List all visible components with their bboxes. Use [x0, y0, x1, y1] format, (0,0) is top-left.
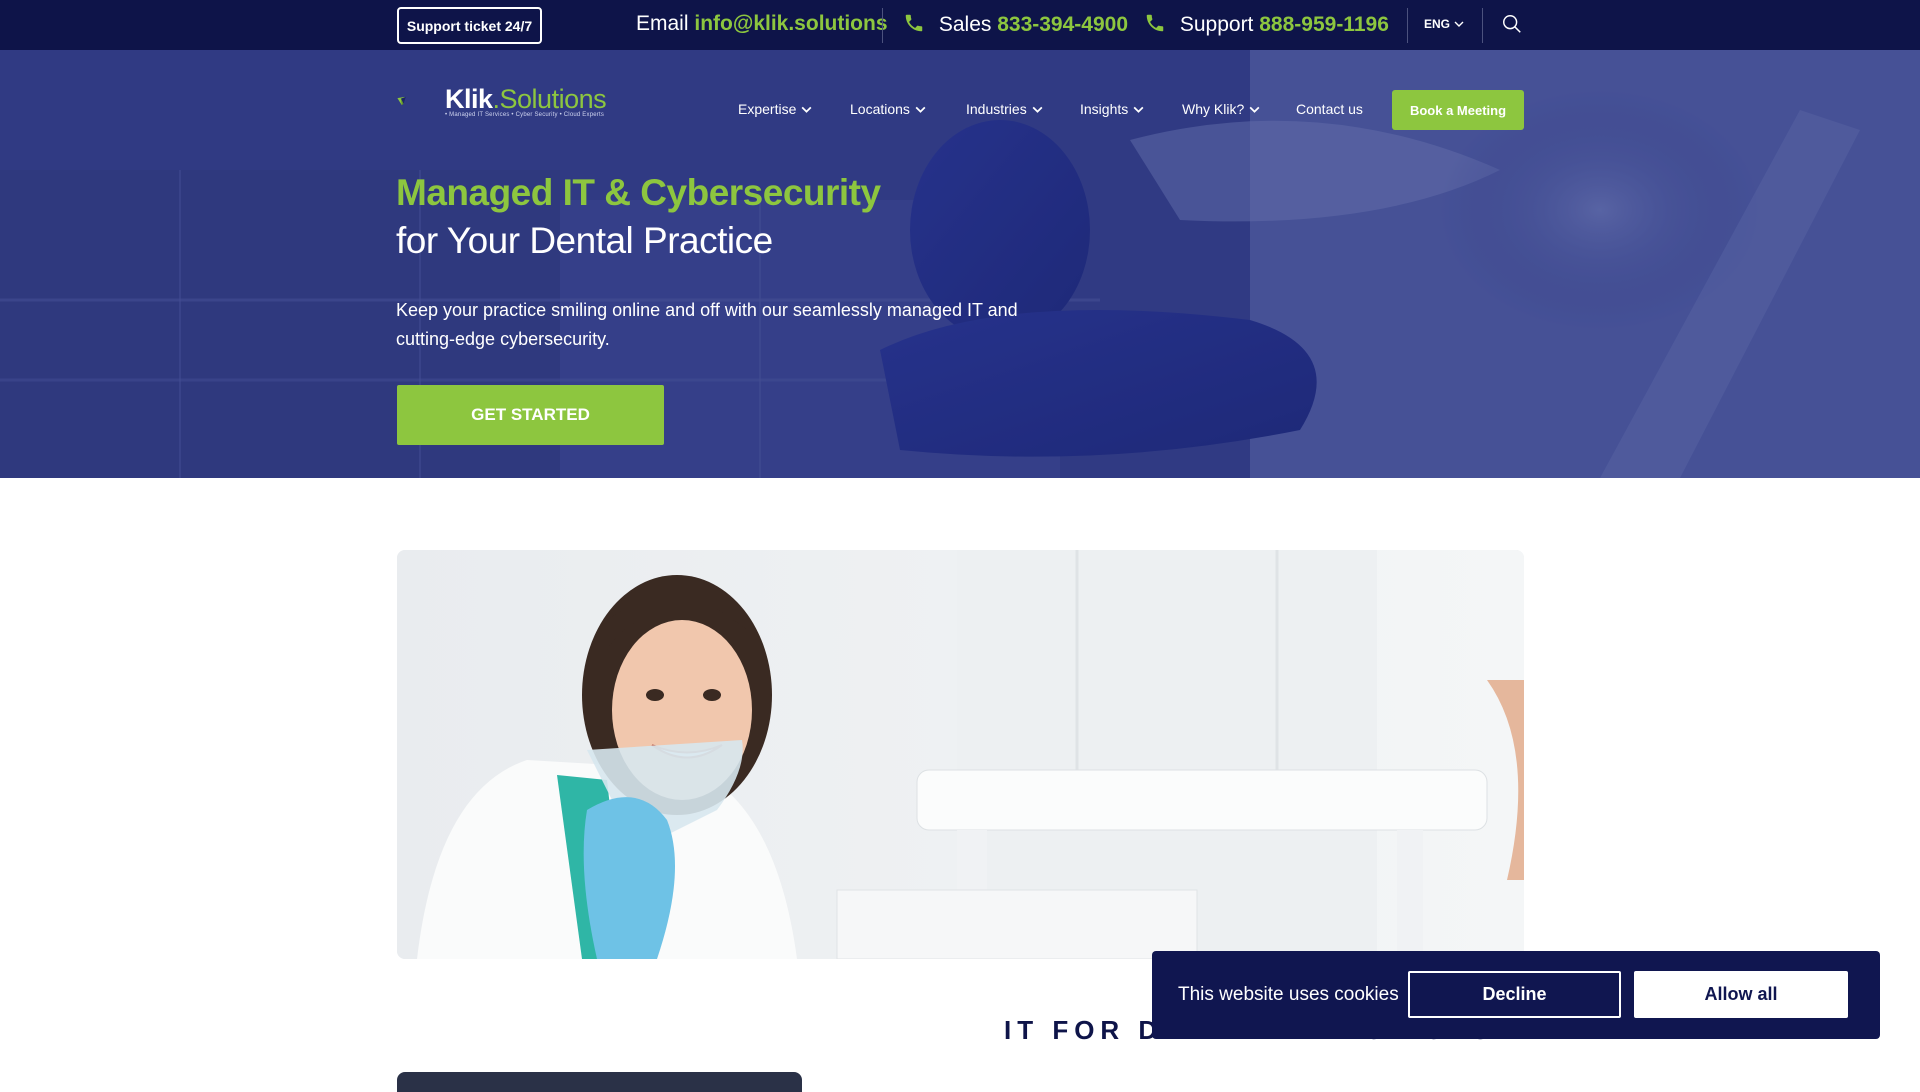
support-ticket-button[interactable]: Support ticket 24/7 [397, 7, 542, 44]
allow-all-cookies-button[interactable]: Allow all [1634, 971, 1848, 1018]
logo-suffix: .Solutions [492, 84, 607, 114]
sales-contact[interactable]: Sales 833-394-4900 [903, 12, 1128, 37]
get-started-button[interactable]: GET STARTED [397, 385, 664, 445]
logo-tagline: • Managed IT Services • Cyber Security •… [445, 112, 605, 118]
nav-label: Why Klik? [1182, 101, 1245, 117]
sales-label: Sales [938, 13, 992, 36]
divider [882, 8, 883, 43]
sales-phone-link[interactable]: 833-394-4900 [997, 13, 1128, 36]
nav-label: Industries [966, 101, 1027, 117]
email-contact[interactable]: Email info@klik.solutions [636, 12, 888, 36]
hero-description: Keep your practice smiling online and of… [396, 300, 1018, 349]
chevron-down-icon [1032, 106, 1043, 113]
email-link[interactable]: info@klik.solutions [694, 12, 887, 35]
dentist-photo [397, 550, 1524, 959]
cookie-message: This website uses cookies [1178, 984, 1399, 1005]
logo-icon[interactable] [397, 80, 445, 122]
hero-overlay [0, 50, 1920, 478]
chevron-down-icon [801, 106, 812, 113]
support-phone-link[interactable]: 888-959-1196 [1259, 13, 1389, 36]
cookie-banner: This website uses cookies Decline Allow … [1152, 951, 1880, 1039]
logo-wordmark[interactable]: Klik.Solutions [445, 84, 607, 115]
decline-cookies-button[interactable]: Decline [1408, 971, 1621, 1018]
nav-item-insights[interactable]: Insights [1080, 101, 1145, 117]
nav-item-why-klik[interactable]: Why Klik? [1182, 101, 1261, 117]
nav-label: Expertise [738, 101, 797, 117]
support-label: Support [1179, 13, 1254, 36]
hero-subtitle: for Your Dental Practice [396, 220, 773, 261]
divider [1482, 8, 1483, 43]
divider [1407, 8, 1408, 43]
nav-item-locations[interactable]: Locations [850, 101, 927, 117]
nav-item-industries[interactable]: Industries [966, 101, 1044, 117]
nav-item-expertise[interactable]: Expertise [738, 101, 813, 117]
search-icon[interactable] [1501, 13, 1523, 35]
content-card-image [397, 1072, 802, 1092]
chevron-down-icon [915, 106, 926, 113]
nav-label: Locations [850, 101, 910, 117]
email-label: Email [636, 12, 689, 35]
nav-label: Contact us [1296, 101, 1363, 117]
logo-brand: Klik [445, 84, 493, 114]
chevron-down-icon [1133, 106, 1144, 113]
dentist-illustration [397, 550, 1524, 959]
nav-label: Insights [1080, 101, 1129, 117]
support-contact[interactable]: Support 888-959-1196 [1144, 12, 1389, 37]
hero-title: Managed IT & Cybersecurity [396, 172, 881, 213]
language-label: ENG [1424, 17, 1451, 31]
language-selector[interactable]: ENG [1424, 17, 1465, 31]
phone-icon [1146, 14, 1164, 32]
book-meeting-button[interactable]: Book a Meeting [1392, 90, 1524, 130]
chevron-down-icon [1249, 106, 1260, 113]
hero-section [0, 50, 1920, 478]
phone-icon [905, 14, 923, 32]
top-bar: Support ticket 24/7 Email info@klik.solu… [0, 0, 1920, 50]
chevron-down-icon [1454, 21, 1464, 27]
nav-item-contact-us[interactable]: Contact us [1296, 101, 1363, 117]
